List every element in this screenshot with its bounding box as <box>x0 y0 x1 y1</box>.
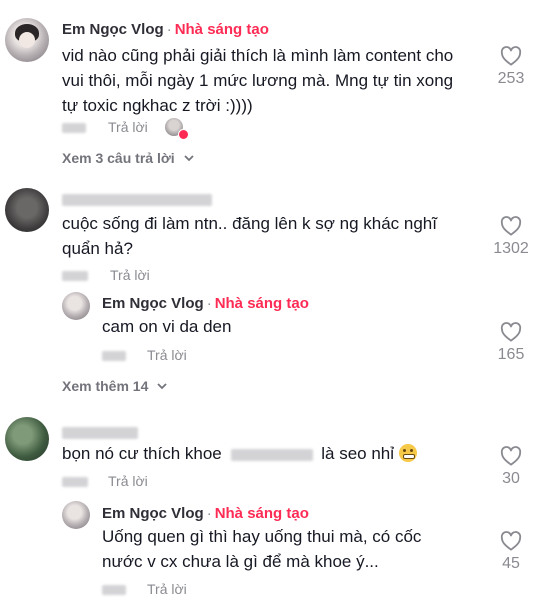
author-name[interactable]: Em Ngọc Vlog <box>102 505 204 522</box>
comment-author-obscured[interactable] <box>62 424 138 441</box>
view-more-label: Xem thêm 14 <box>62 378 149 394</box>
heart-outline-icon <box>500 46 522 66</box>
reply-button[interactable]: Trả lời <box>147 581 187 597</box>
avatar[interactable] <box>62 292 90 320</box>
like-button[interactable]: 45 <box>489 531 533 573</box>
avatar[interactable] <box>5 188 49 232</box>
author-name[interactable]: Em Ngọc Vlog <box>62 21 164 38</box>
like-button[interactable]: 253 <box>489 46 533 88</box>
reply-author[interactable]: Em Ngọc Vlog · Nhà sáng tạo <box>102 505 309 522</box>
view-replies-button[interactable]: Xem 3 câu trả lời <box>62 150 195 166</box>
obscured-text <box>230 448 313 461</box>
like-count: 45 <box>502 555 520 572</box>
comment-author-obscured[interactable] <box>62 191 212 208</box>
creator-badge: Nhà sáng tạo <box>174 21 269 38</box>
creator-badge: Nhà sáng tạo <box>214 295 309 312</box>
creator-badge: Nhà sáng tạo <box>214 505 309 522</box>
heart-outline-icon <box>500 446 522 466</box>
like-count: 30 <box>502 470 520 487</box>
separator-dot: · <box>206 505 212 522</box>
comment-text: cuộc sống đi làm ntn.. đăng lên k sợ ng … <box>62 214 437 258</box>
avatar[interactable] <box>5 18 49 62</box>
view-replies-label: Xem 3 câu trả lời <box>62 150 175 166</box>
reply-text: cam on vi da den <box>102 317 232 336</box>
like-button[interactable]: 1302 <box>489 216 533 258</box>
reply-date <box>102 347 126 363</box>
reply-button[interactable]: Trả lời <box>108 119 148 135</box>
comment-author[interactable]: Em Ngọc Vlog · Nhà sáng tạo <box>62 21 269 38</box>
like-count: 165 <box>497 346 525 363</box>
comment-date <box>62 119 86 135</box>
like-count: 1302 <box>493 240 529 257</box>
reply-text: Uống quen gì thì hay uống thui mà, có cố… <box>102 527 422 571</box>
chevron-down-icon <box>157 383 167 390</box>
separator-dot: · <box>206 295 212 312</box>
comment-text: bọn nó cư thích khoe là seo nhỉ <box>62 441 482 466</box>
heart-badge-icon <box>178 129 189 140</box>
view-more-button[interactable]: Xem thêm 14 <box>62 378 168 394</box>
heart-outline-icon <box>500 531 522 551</box>
reply-button[interactable]: Trả lời <box>108 473 148 489</box>
avatar[interactable] <box>5 417 49 461</box>
heart-outline-icon <box>500 322 522 342</box>
comment-date <box>62 267 88 283</box>
reply-button[interactable]: Trả lời <box>110 267 150 283</box>
reply-button[interactable]: Trả lời <box>147 347 187 363</box>
heart-outline-icon <box>500 216 522 236</box>
comment-date <box>62 473 88 489</box>
reply-author[interactable]: Em Ngọc Vlog · Nhà sáng tạo <box>102 295 309 312</box>
chevron-down-icon <box>183 155 194 162</box>
comment-text-start: bọn nó cư thích khoe <box>62 444 222 463</box>
like-button[interactable]: 165 <box>489 322 533 364</box>
like-button[interactable]: 30 <box>489 446 533 488</box>
author-name[interactable]: Em Ngọc Vlog <box>102 295 204 312</box>
grimace-emoji-icon <box>398 444 417 462</box>
avatar[interactable] <box>62 501 90 529</box>
separator-dot: · <box>166 21 172 38</box>
comment-text-end: là seo nhỉ <box>321 444 395 463</box>
like-count: 253 <box>497 70 525 87</box>
reply-date <box>102 581 126 597</box>
comment-text: vid nào cũng phải giải thích là mình làm… <box>62 46 454 115</box>
